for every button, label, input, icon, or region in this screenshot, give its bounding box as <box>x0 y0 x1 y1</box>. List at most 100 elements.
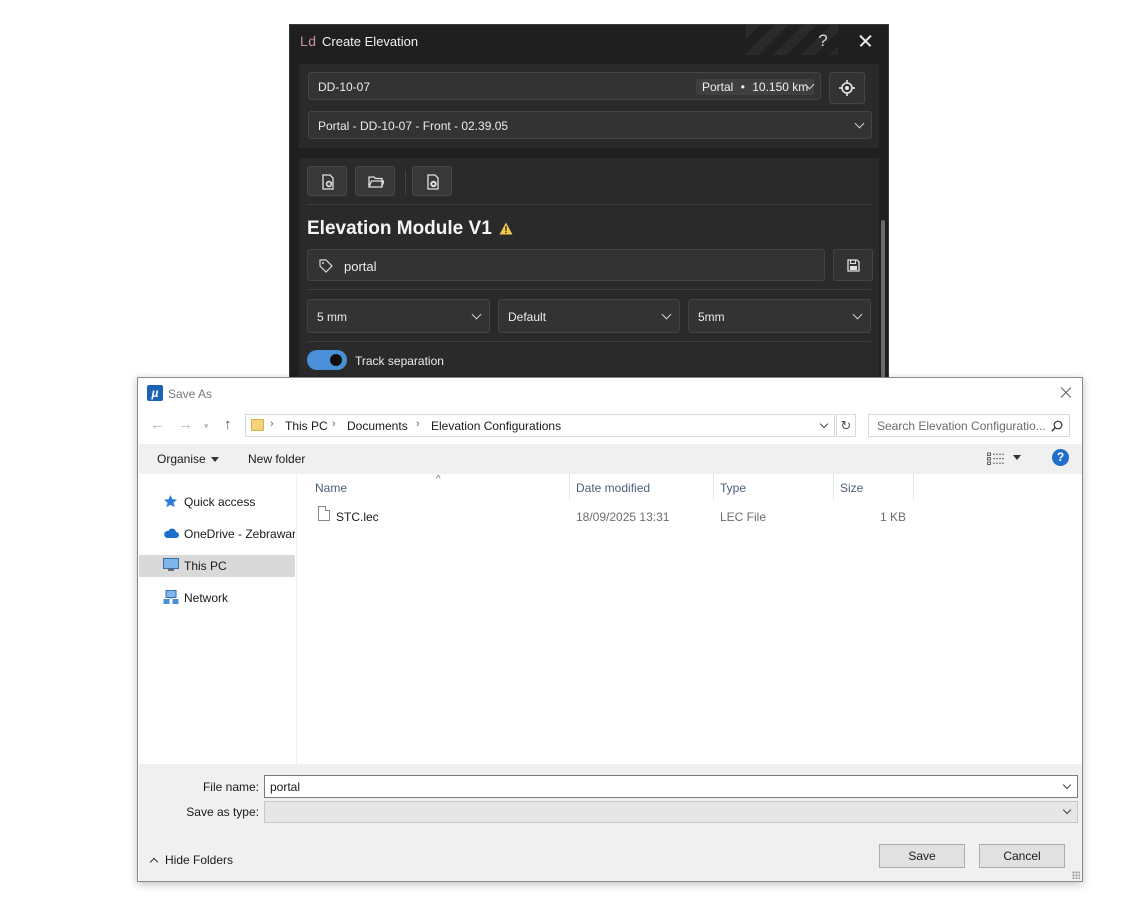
create-elevation-window: Ld Create Elevation ? DD-10-07 Portal • … <box>289 24 889 404</box>
create-elevation-titlebar: Ld Create Elevation ? <box>290 25 888 57</box>
nav-item-onedrive[interactable]: OneDrive - Zebraware <box>139 523 295 545</box>
file-list: ^ Name Date modified Type Size STC.lec 1… <box>298 474 1082 764</box>
warning-icon[interactable] <box>499 222 513 235</box>
tag-input[interactable]: portal <box>307 249 825 281</box>
save-as-dialog: µ Save As ← → ▾ ↑ › This PC › Documents … <box>137 377 1083 882</box>
change-view-button[interactable] <box>987 451 1027 467</box>
locate-button[interactable] <box>829 72 865 104</box>
location-select[interactable]: DD-10-07 Portal • 10.150 km <box>308 72 821 100</box>
track-separation-toggle[interactable] <box>307 350 347 370</box>
hide-folders-button[interactable]: Hide Folders <box>149 853 234 867</box>
save-module-button[interactable] <box>833 249 873 281</box>
column-divider[interactable] <box>833 474 834 500</box>
tag-icon <box>319 259 333 273</box>
export-module-button[interactable] <box>412 166 452 196</box>
refresh-button[interactable]: ↻ <box>836 414 856 437</box>
column-header-date-modified[interactable]: Date modified <box>576 481 650 495</box>
resize-grip-icon[interactable] <box>1072 871 1080 879</box>
column-divider[interactable] <box>713 474 714 500</box>
nav-label: Quick access <box>184 495 256 509</box>
new-module-button[interactable] <box>307 166 347 196</box>
cloud-icon <box>164 528 179 538</box>
file-name-input[interactable]: portal <box>264 775 1078 798</box>
nav-item-this-pc[interactable]: This PC <box>139 555 295 577</box>
divider <box>307 341 871 342</box>
dialog-footer: File name: portal Save as type: Hide Fol… <box>139 764 1082 881</box>
recent-locations-icon[interactable]: ▾ <box>204 421 209 432</box>
elevation-select[interactable]: Portal - DD-10-07 - Front - 02.39.05 <box>308 111 872 139</box>
nav-item-quick-access[interactable]: Quick access <box>139 491 295 513</box>
save-icon <box>847 259 860 272</box>
window-title: Create Elevation <box>322 34 419 49</box>
monitor-icon <box>163 558 179 571</box>
forward-arrow-icon[interactable]: → <box>178 416 193 433</box>
location-badge: Portal • 10.150 km <box>696 79 815 95</box>
close-icon[interactable] <box>855 30 877 52</box>
selection-section: DD-10-07 Portal • 10.150 km Portal - DD-… <box>299 64 879 148</box>
network-icon <box>163 590 179 604</box>
file-name-label: File name: <box>202 780 259 794</box>
profile-dropdown[interactable]: Default <box>498 299 680 333</box>
breadcrumb-documents[interactable]: Documents <box>347 419 408 433</box>
new-folder-button[interactable]: New folder <box>248 452 305 466</box>
nav-label: OneDrive - Zebraware <box>184 527 295 541</box>
cancel-button[interactable]: Cancel <box>979 844 1065 868</box>
column-header-size[interactable]: Size <box>840 481 863 495</box>
column-header-type[interactable]: Type <box>720 481 746 495</box>
dropdown-value: 5 mm <box>317 310 347 324</box>
close-icon[interactable] <box>1058 385 1074 401</box>
breadcrumb-this-pc[interactable]: This PC <box>285 419 328 433</box>
chevron-right-icon: › <box>270 418 274 430</box>
back-arrow-icon[interactable]: ← <box>150 416 165 433</box>
thickness-dropdown[interactable]: 5 mm <box>307 299 490 333</box>
module-section: Elevation Module V1 portal 5 mm Default … <box>299 158 885 403</box>
address-bar[interactable]: › This PC › Documents › Elevation Config… <box>245 414 835 437</box>
document-gear-icon <box>427 174 439 190</box>
toggle-knob <box>330 354 342 366</box>
search-icon <box>1051 420 1063 432</box>
breadcrumb-elevation-configurations[interactable]: Elevation Configurations <box>431 419 561 433</box>
nav-item-network[interactable]: Network <box>139 587 295 609</box>
dialog-toolbar: Organise New folder ? <box>139 444 1082 474</box>
chevron-right-icon: › <box>332 418 336 430</box>
badge-distance: 10.150 km <box>752 80 809 94</box>
column-divider[interactable] <box>913 474 914 500</box>
up-arrow-icon[interactable]: ↑ <box>224 416 232 433</box>
column-header-name[interactable]: Name <box>315 481 347 495</box>
toolbar-divider <box>405 170 406 194</box>
save-as-type-select[interactable] <box>264 801 1078 823</box>
app-logo: Ld <box>300 33 317 49</box>
organise-button[interactable]: Organise <box>157 452 219 466</box>
open-folder-button[interactable] <box>355 166 395 196</box>
file-type: LEC File <box>720 510 767 524</box>
chevron-down-icon <box>854 118 865 129</box>
star-icon <box>164 495 177 508</box>
spacing-dropdown[interactable]: 5mm <box>688 299 871 333</box>
help-button[interactable]: ? <box>1052 449 1069 466</box>
dialog-title: Save As <box>168 387 213 401</box>
location-value: DD-10-07 <box>318 80 371 94</box>
chevron-down-icon <box>852 309 863 320</box>
organise-label: Organise <box>157 452 206 466</box>
chevron-down-icon[interactable] <box>819 419 829 429</box>
chevron-up-icon <box>149 857 159 867</box>
column-divider[interactable] <box>569 474 570 500</box>
hide-folders-label: Hide Folders <box>165 853 234 867</box>
divider <box>307 289 871 290</box>
chevron-down-icon[interactable] <box>1062 780 1072 790</box>
search-input[interactable]: Search Elevation Configuratio... <box>868 414 1070 437</box>
crosshair-icon <box>839 80 855 96</box>
dropdown-value: 5mm <box>698 310 725 324</box>
chevron-down-icon <box>1062 805 1072 815</box>
search-placeholder: Search Elevation Configuratio... <box>877 419 1046 433</box>
help-button[interactable]: ? <box>812 29 834 53</box>
save-button[interactable]: Save <box>879 844 965 868</box>
track-separation-label: Track separation <box>355 354 444 368</box>
folder-open-icon <box>368 176 384 188</box>
panel-scrollbar[interactable] <box>881 220 885 385</box>
module-title: Elevation Module V1 <box>307 218 492 239</box>
file-name-value: portal <box>270 780 301 794</box>
dropdown-value: Default <box>508 310 547 324</box>
new-document-icon <box>322 174 334 190</box>
chevron-right-icon: › <box>416 418 420 430</box>
